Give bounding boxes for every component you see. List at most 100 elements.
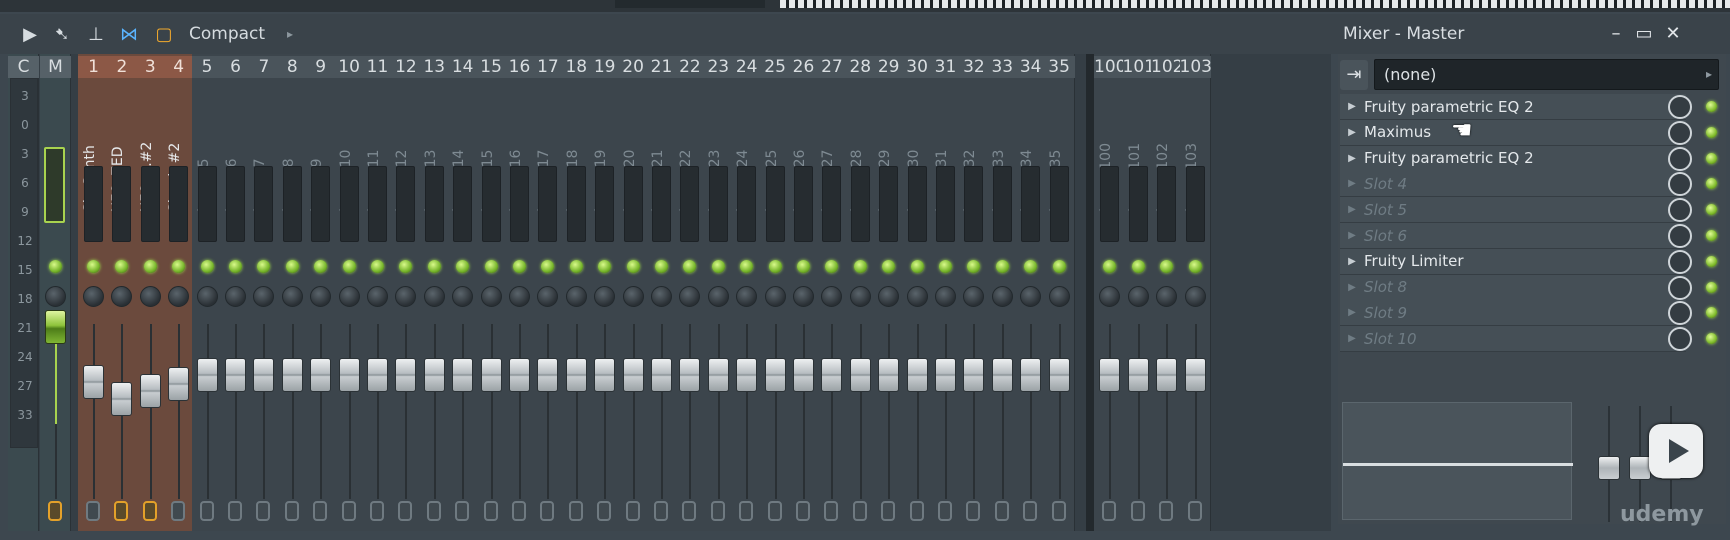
pan-knob[interactable] [594,286,616,307]
mixer-track[interactable]: 28Insert 28 [844,54,876,531]
mixer-track[interactable]: 7Insert 7 [248,54,280,531]
mixer-track[interactable]: 17Insert 17 [532,54,564,531]
record-arm-button[interactable] [540,501,555,521]
pan-knob[interactable] [878,286,900,307]
track-enable-led[interactable] [655,260,668,273]
pan-knob[interactable] [679,286,701,307]
volume-fader[interactable] [423,357,445,392]
square-icon[interactable]: ▢ [152,22,176,46]
effect-slot[interactable]: ▶ Slot 9 [1340,300,1692,327]
pan-knob[interactable] [935,286,956,307]
record-arm-button[interactable] [1023,501,1038,521]
mixer-track[interactable]: 27Insert 27 [816,54,848,531]
master-led[interactable] [49,260,62,273]
volume-fader[interactable] [707,357,729,392]
track-enable-led[interactable] [1024,260,1038,273]
expand-arrow-icon[interactable]: ▶ [1344,282,1360,293]
record-arm-button[interactable] [796,501,810,521]
expand-arrow-icon[interactable]: ▶ [1344,333,1360,344]
track-enable-led[interactable] [569,260,583,273]
pan-knob[interactable] [622,286,644,307]
panel-fader-cap[interactable] [1598,456,1620,480]
snap-icon[interactable]: ⋈ [116,22,142,46]
track-enable-led[interactable] [200,260,214,273]
volume-fader[interactable] [935,357,956,392]
volume-fader[interactable] [651,357,672,392]
mixer-track[interactable]: 101Inser..101 [1122,54,1155,531]
volume-fader[interactable] [537,357,559,392]
video-play-icon[interactable] [1649,424,1703,478]
track-enable-led[interactable] [229,260,242,273]
volume-fader[interactable] [594,357,616,392]
track-enable-led[interactable] [172,260,186,273]
pan-knob[interactable] [793,286,814,307]
track-enable-led[interactable] [853,260,867,273]
pan-knob[interactable] [1099,286,1120,307]
record-arm-button[interactable] [824,501,839,521]
pan-knob[interactable] [707,286,729,307]
expand-arrow-icon[interactable]: ▶ [1344,307,1360,318]
pan-knob[interactable] [764,286,786,307]
volume-fader[interactable] [1156,357,1177,392]
pan-knob[interactable] [367,286,388,307]
expand-arrow-icon[interactable]: ▶ [1344,256,1360,267]
expand-arrow-icon[interactable]: ▶ [1344,230,1360,241]
volume-fader[interactable] [196,357,218,392]
slot-enable-led[interactable] [1706,333,1717,345]
slot-enable-led[interactable] [1706,204,1717,216]
mixer-track[interactable]: 26Insert 26 [788,54,819,531]
expand-arrow-icon[interactable]: ▶ [1344,153,1360,164]
mixer-track[interactable]: 15Insert 15 [475,54,507,531]
track-enable-led[interactable] [484,260,498,273]
slot-enable-led[interactable] [1706,126,1717,138]
mixer-track[interactable]: 32Insert 32 [958,54,990,531]
volume-fader[interactable] [1127,357,1149,392]
volume-fader[interactable] [1048,357,1070,392]
record-arm-button[interactable] [171,501,186,521]
record-arm-button[interactable] [909,501,924,521]
volume-fader[interactable] [480,357,502,392]
track-enable-led[interactable] [257,260,271,273]
mixer-track[interactable]: 31Insert 31 [930,54,961,531]
pan-knob[interactable] [1127,286,1149,307]
effect-slot[interactable]: ▶ Slot 8 [1340,274,1692,301]
record-arm-button[interactable] [654,501,668,521]
pan-knob[interactable] [736,286,758,307]
volume-fader[interactable] [1020,357,1042,392]
pan-knob[interactable] [480,286,502,307]
mixer-track[interactable]: 19Insert 19 [589,54,621,531]
mixer-track[interactable]: 25Insert 25 [759,54,791,531]
pan-knob[interactable] [253,286,275,307]
track-enable-led[interactable] [740,260,754,273]
input-selector[interactable]: (none) ▸ [1374,59,1719,90]
master-record-arm[interactable] [48,501,62,521]
volume-fader[interactable] [83,364,104,399]
record-arm-button[interactable] [739,501,754,521]
track-enable-led[interactable] [314,260,328,273]
record-arm-button[interactable] [1102,501,1116,521]
right-arrow-icon[interactable]: ▸ [283,22,297,46]
mixer-track[interactable]: 20Insert 20 [617,54,649,531]
mixer-track[interactable]: 14Insert 14 [447,54,479,531]
mix-level-knob[interactable] [1668,249,1692,274]
mixer-track[interactable]: 9Insert 9 [305,54,337,531]
effect-slot[interactable]: ▶ Slot 10 [1340,326,1692,353]
expand-arrow-icon[interactable]: ▶ [1344,178,1360,189]
pan-knob[interactable] [111,286,133,307]
pan-knob[interactable] [906,286,928,307]
record-arm-button[interactable] [1187,501,1202,521]
record-arm-button[interactable] [284,501,299,521]
stamp-icon[interactable]: ⊥ [84,22,108,46]
record-arm-button[interactable] [994,501,1009,521]
record-arm-button[interactable] [1051,501,1066,521]
effect-slot[interactable]: ▶ Fruity parametric EQ 2 [1340,145,1692,172]
maximize-icon[interactable]: ▭ [1632,22,1656,46]
volume-fader[interactable] [963,357,985,392]
record-arm-button[interactable] [710,501,725,521]
volume-fader[interactable] [111,381,133,416]
track-master[interactable]: M Master [40,54,71,531]
mixer-track[interactable]: 2UFO_ZED [106,54,138,531]
volume-fader[interactable] [338,357,360,392]
pan-knob[interactable] [310,286,332,307]
record-arm-button[interactable] [455,501,470,521]
